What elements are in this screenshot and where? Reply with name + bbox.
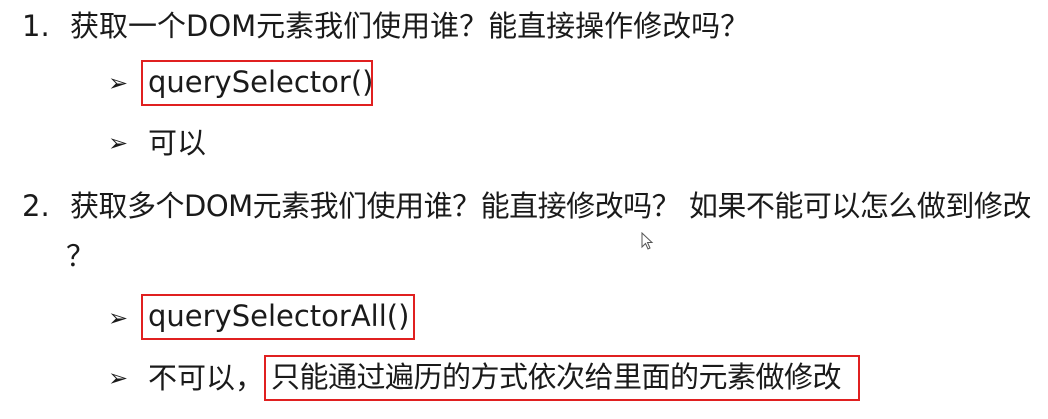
- question-2-text-line2: ？: [66, 239, 96, 273]
- answer-1b-text: 可以: [148, 126, 207, 160]
- question-1-number: 1.: [22, 9, 50, 43]
- answer-1a-highlight: querySelector(): [141, 60, 373, 106]
- answer-2b-prefix: 不可以，: [148, 361, 265, 395]
- answer-2a-highlight: querySelectorAll(): [141, 294, 415, 340]
- question-1-text: 获取一个DOM元素我们使用谁？能直接操作修改吗？: [70, 9, 750, 43]
- arrow-bullet-icon: ➢: [108, 364, 129, 392]
- answer-2b-highlight: 只能通过遍历的方式依次给里面的元素做修改: [264, 355, 860, 401]
- question-2-text-line1: 获取多个DOM元素我们使用谁？能直接修改吗？ 如果不能可以怎么做到修改: [70, 189, 1031, 223]
- mouse-pointer-icon: [641, 232, 654, 250]
- question-2-number: 2.: [22, 189, 50, 223]
- arrow-bullet-icon: ➢: [108, 129, 129, 157]
- arrow-bullet-icon: ➢: [108, 69, 129, 97]
- arrow-bullet-icon: ➢: [108, 304, 129, 332]
